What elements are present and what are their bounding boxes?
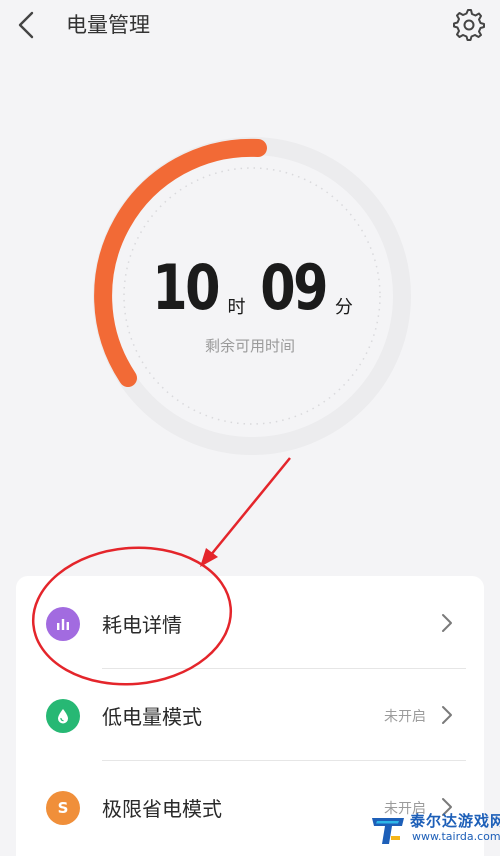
chevron-right-icon: [442, 614, 452, 632]
hours-unit: 时: [227, 297, 246, 318]
status-text: 未开启: [384, 709, 426, 725]
remaining-time-caption: 剩余可用时间: [204, 337, 295, 355]
watermark-name: 泰尔达游戏网: [410, 812, 500, 830]
watermark-url: www.tairda.com: [412, 830, 500, 843]
site-watermark: 泰尔达游戏网 www.tairda.com: [366, 808, 500, 849]
minutes-unit: 分: [334, 297, 353, 318]
row-label: 耗电详情: [102, 613, 182, 637]
row-label: 低电量模式: [102, 705, 202, 729]
water-drop-icon: [46, 699, 80, 733]
row-label: 极限省电模式: [102, 797, 222, 821]
annotation-arrow: [209, 457, 291, 557]
header: 电量管理: [0, 0, 500, 50]
back-arrow-icon[interactable]: [12, 8, 44, 42]
hours-value: 10: [152, 251, 220, 324]
s-letter-icon: S: [46, 791, 80, 825]
annotation-arrowhead: [200, 548, 218, 567]
low-battery-mode-row[interactable]: 低电量模式 未开启: [16, 669, 484, 761]
power-usage-details-row[interactable]: 耗电详情: [16, 576, 484, 668]
minutes-value: 09: [259, 251, 328, 324]
watermark-logo-icon: [372, 818, 404, 844]
settings-gear-icon[interactable]: [452, 8, 486, 42]
bar-chart-icon: [46, 607, 80, 641]
page-title: 电量管理: [66, 13, 150, 37]
remaining-time: 10 时 09 分: [0, 253, 500, 323]
chevron-right-icon: [442, 706, 452, 724]
